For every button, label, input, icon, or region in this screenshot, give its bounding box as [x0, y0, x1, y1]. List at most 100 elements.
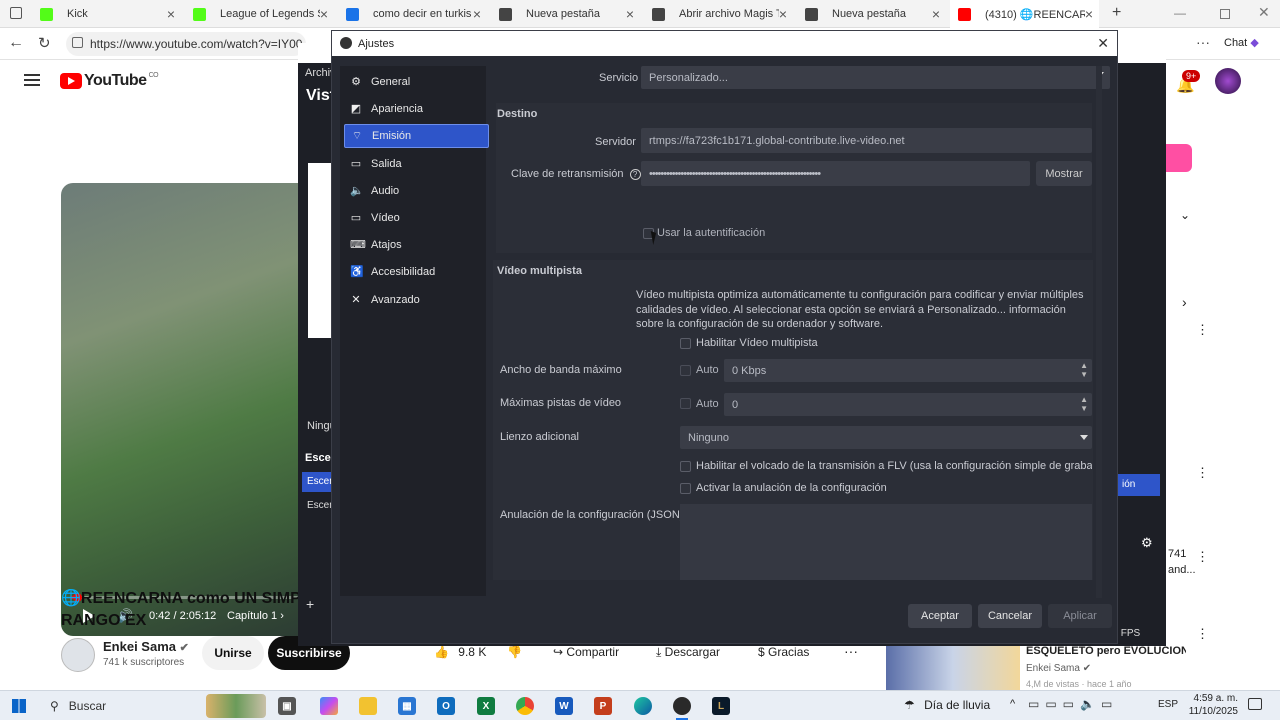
show-key-button[interactable]: Mostrar: [1036, 161, 1092, 186]
stream-key-input[interactable]: ••••••••••••••••••••••••••••••••••••••••…: [641, 161, 1030, 186]
video-player[interactable]: 🔊 0:42 / 2:05:12 Capítulo 1 ›: [61, 183, 311, 636]
edge-icon[interactable]: [634, 697, 652, 715]
max-bandwidth-auto-label[interactable]: Auto: [696, 364, 719, 376]
obs-side-button[interactable]: ión: [1118, 474, 1160, 496]
nav-item-2[interactable]: ⌔ Emisión: [344, 124, 489, 149]
config-override-checkbox[interactable]: [680, 483, 691, 494]
max-bandwidth-auto-checkbox[interactable]: [680, 365, 691, 376]
extra-canvas-dropdown[interactable]: Ninguno: [680, 426, 1092, 449]
new-tab-button[interactable]: +: [1112, 4, 1121, 22]
use-auth-label[interactable]: Usar la autentificación: [657, 227, 765, 239]
more-options-icon[interactable]: ⋮: [1196, 465, 1209, 481]
channel-avatar[interactable]: [61, 638, 95, 672]
maximize-window-button[interactable]: [1220, 9, 1230, 19]
enable-multitrack-label[interactable]: Habilitar Vídeo multipista: [696, 337, 818, 349]
like-button[interactable]: 👍 9.8 K: [434, 645, 486, 659]
max-tracks-auto-checkbox[interactable]: [680, 398, 691, 409]
chat-button[interactable]: Chat ◆: [1224, 36, 1259, 49]
tray-icons[interactable]: ▭▭▭🔈▭: [1028, 697, 1118, 711]
back-icon[interactable]: ←: [8, 34, 24, 52]
weather-widget[interactable]: ☂ Día de lluvia: [904, 698, 990, 712]
reload-icon[interactable]: ↻: [38, 34, 51, 52]
more-options-icon[interactable]: ⋮: [1196, 549, 1209, 565]
more-options-icon[interactable]: ⋮: [1196, 626, 1209, 642]
flv-dump-label[interactable]: Habilitar el volcado de la transmisión a…: [696, 460, 1092, 472]
obs-icon[interactable]: [673, 697, 691, 715]
max-tracks-input[interactable]: 0 ▲ ▼: [724, 393, 1092, 416]
close-tab-icon[interactable]: ×: [167, 6, 175, 22]
browser-tab[interactable]: Kick ×: [32, 0, 181, 28]
browser-tab[interactable]: Abrir archivo Magis TV ×: [644, 0, 793, 28]
obs-settings-icon[interactable]: ⚙: [1141, 535, 1153, 551]
browser-tab[interactable]: (4310) 🌐REENCARNA c×: [950, 0, 1099, 28]
service-dropdown[interactable]: Personalizado...: [641, 66, 1110, 89]
close-tab-icon[interactable]: ×: [932, 6, 940, 22]
notification-center-icon[interactable]: [1248, 698, 1262, 710]
hamburger-menu-icon[interactable]: [24, 74, 40, 86]
browser-tab[interactable]: League of Legends Stre×: [185, 0, 334, 28]
obs-scene-item[interactable]: Escen: [302, 472, 335, 492]
spinner-icon[interactable]: ▲ ▼: [1080, 395, 1088, 413]
nav-item-6[interactable]: ⌨ Atajos: [344, 233, 489, 257]
close-icon[interactable]: ✕: [1097, 35, 1109, 52]
scrollbar[interactable]: [1096, 66, 1102, 598]
cancel-button[interactable]: Cancelar: [978, 604, 1042, 628]
nav-item-4[interactable]: 🔈 Audio: [344, 179, 489, 203]
accept-button[interactable]: Aceptar: [908, 604, 972, 628]
youtube-logo[interactable]: YouTube CO: [60, 72, 159, 90]
close-tab-icon[interactable]: ×: [1085, 6, 1093, 22]
recommended-thumbnail[interactable]: [886, 645, 1020, 690]
nav-item-5[interactable]: ▭ Vídeo: [344, 206, 489, 230]
channel-name[interactable]: Enkei Sama ✔: [103, 639, 189, 654]
more-menu-icon[interactable]: ···: [1196, 34, 1210, 50]
obs-preview-canvas[interactable]: [308, 163, 332, 338]
join-button[interactable]: Unirse: [202, 636, 264, 670]
chevron-down-icon[interactable]: ⌄: [1180, 208, 1190, 222]
flv-dump-checkbox[interactable]: [680, 461, 691, 472]
max-bandwidth-input[interactable]: 0 Kbps ▲ ▼: [724, 359, 1092, 382]
obs-add-scene-icon[interactable]: +: [306, 596, 314, 612]
task-view-icon[interactable]: ▣: [278, 697, 296, 715]
config-override-label[interactable]: Activar la anulación de la configuración: [696, 482, 887, 494]
max-tracks-auto-label[interactable]: Auto: [696, 398, 719, 410]
taskbar-search[interactable]: ⚲ Buscar: [44, 694, 268, 718]
url-field[interactable]: https://www.youtube.com/watch?v=IY00_: [66, 32, 306, 56]
more-options-icon[interactable]: ⋮: [1196, 322, 1209, 338]
nav-item-3[interactable]: ▭ Salida: [344, 152, 489, 176]
browser-tab[interactable]: Nueva pestaña ×: [491, 0, 640, 28]
copilot-icon[interactable]: [320, 697, 338, 715]
close-tab-icon[interactable]: ×: [779, 6, 787, 22]
minimize-window-button[interactable]: —: [1174, 6, 1186, 20]
close-tab-icon[interactable]: ×: [626, 6, 634, 22]
windows-start-icon[interactable]: [12, 699, 26, 713]
powerpoint-icon[interactable]: P: [594, 697, 612, 715]
nav-item-7[interactable]: ♿ Accesibilidad: [344, 260, 489, 284]
chrome-icon[interactable]: [516, 697, 534, 715]
spinner-icon[interactable]: ▲ ▼: [1080, 361, 1088, 379]
avatar[interactable]: [1215, 68, 1241, 94]
file-explorer-icon[interactable]: [359, 697, 377, 715]
tab-actions-icon[interactable]: [10, 7, 22, 19]
nav-item-1[interactable]: ◩ Apariencia: [344, 97, 489, 121]
recommended-title[interactable]: ESQUELETO pero EVOLUCION...: [1026, 645, 1186, 657]
apply-button[interactable]: Aplicar: [1048, 604, 1112, 628]
browser-tab[interactable]: como decir en turkis no×: [338, 0, 487, 28]
close-tab-icon[interactable]: ×: [320, 6, 328, 22]
league-client-icon[interactable]: L: [712, 697, 730, 715]
dislike-icon[interactable]: 👎: [507, 645, 522, 659]
tray-chevron-icon[interactable]: ^: [1010, 698, 1015, 710]
language-indicator[interactable]: ESP: [1158, 699, 1178, 710]
browser-tab[interactable]: Nueva pestaña ×: [797, 0, 946, 28]
site-info-icon[interactable]: [72, 37, 83, 48]
share-button[interactable]: ↪ Compartir: [553, 645, 619, 659]
nav-item-8[interactable]: ✕ Avanzado: [344, 288, 489, 312]
nav-item-0[interactable]: ⚙ General: [344, 70, 489, 94]
excel-icon[interactable]: X: [477, 697, 495, 715]
help-icon[interactable]: ?: [629, 169, 641, 180]
enable-multitrack-checkbox[interactable]: [680, 338, 691, 349]
chevron-right-icon[interactable]: ›: [1182, 294, 1187, 310]
word-icon[interactable]: W: [555, 697, 573, 715]
store-icon[interactable]: ▦: [398, 697, 416, 715]
server-input[interactable]: rtmps://fa723fc1b171.global-contribute.l…: [641, 128, 1092, 153]
thanks-button[interactable]: $ Gracias: [758, 645, 809, 659]
